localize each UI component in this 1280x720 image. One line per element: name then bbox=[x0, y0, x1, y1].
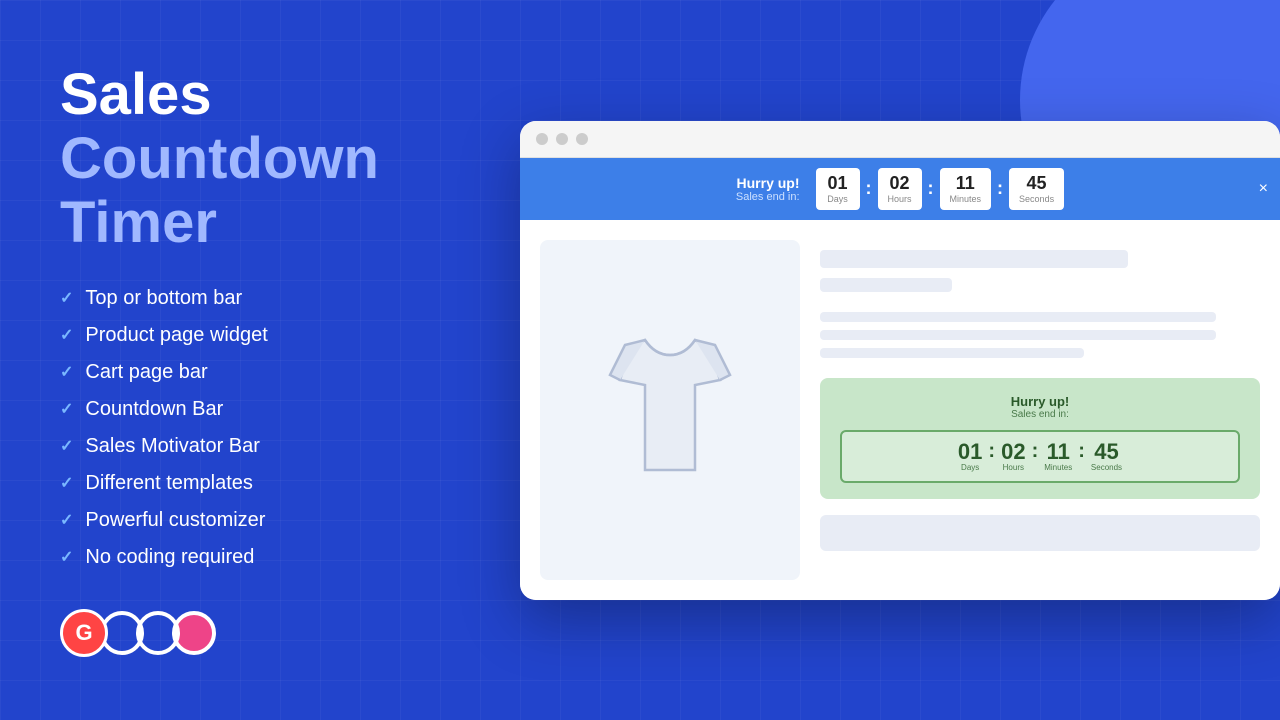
product-shirt-image bbox=[600, 330, 740, 490]
seconds-number: 45 bbox=[1019, 174, 1054, 192]
widget-days-label: Days bbox=[958, 463, 982, 472]
main-title: Sales CountdownTimer bbox=[60, 63, 480, 254]
widget-days-num: 01 bbox=[958, 441, 982, 463]
product-details: Hurry up! Sales end in: 01 Days : 02 Hou… bbox=[820, 240, 1260, 580]
widget-hours-group: 02 Hours bbox=[1001, 441, 1025, 472]
feature-list: ✓ Top or bottom bar ✓ Product page widge… bbox=[60, 287, 480, 569]
hours-number: 02 bbox=[888, 174, 912, 192]
list-item: ✓ Different templates bbox=[60, 472, 480, 495]
feature-label: Powerful customizer bbox=[85, 509, 265, 532]
title-blue: CountdownTimer bbox=[60, 126, 379, 255]
logo-container: G bbox=[60, 609, 480, 657]
feature-label: Product page widget bbox=[85, 324, 267, 347]
minutes-number: 11 bbox=[950, 174, 982, 192]
widget-hours-num: 02 bbox=[1001, 441, 1025, 463]
list-item: ✓ Top or bottom bar bbox=[60, 287, 480, 310]
list-item: ✓ No coding required bbox=[60, 546, 480, 569]
widget-minutes-group: 11 Minutes bbox=[1044, 441, 1072, 472]
feature-label: No coding required bbox=[85, 546, 254, 569]
feature-label: Top or bottom bar bbox=[85, 287, 242, 310]
countdown-bar-text: Hurry up! Sales end in: bbox=[736, 175, 800, 203]
feature-label: Different templates bbox=[85, 472, 253, 495]
days-label: Days bbox=[826, 194, 850, 204]
sales-end-text: Sales end in: bbox=[736, 191, 800, 203]
check-icon: ✓ bbox=[60, 473, 73, 493]
feature-label: Cart page bar bbox=[85, 361, 207, 384]
minutes-label: Minutes bbox=[950, 194, 982, 204]
right-panel: Hurry up! Sales end in: 01 Days : 02 Hou… bbox=[520, 121, 1280, 600]
hours-box: 02 Hours bbox=[878, 168, 922, 210]
widget-seconds-label: Seconds bbox=[1091, 463, 1122, 472]
countdown-bar: Hurry up! Sales end in: 01 Days : 02 Hou… bbox=[520, 158, 1280, 220]
logo: G bbox=[60, 609, 216, 657]
seconds-box: 45 Seconds bbox=[1009, 168, 1064, 210]
hours-label: Hours bbox=[888, 194, 912, 204]
check-icon: ✓ bbox=[60, 399, 73, 419]
close-button[interactable]: × bbox=[1259, 180, 1268, 198]
product-desc-bar-3 bbox=[820, 348, 1084, 358]
widget-hours-label: Hours bbox=[1001, 463, 1025, 472]
browser-titlebar bbox=[520, 121, 1280, 158]
browser-mockup: Hurry up! Sales end in: 01 Days : 02 Hou… bbox=[520, 121, 1280, 600]
browser-dot-2 bbox=[556, 133, 568, 145]
colon-1: : bbox=[866, 178, 872, 199]
widget-colon-2: : bbox=[1032, 440, 1039, 463]
seconds-label: Seconds bbox=[1019, 194, 1054, 204]
check-icon: ✓ bbox=[60, 436, 73, 456]
browser-dot-1 bbox=[536, 133, 548, 145]
widget-colon-1: : bbox=[988, 440, 995, 463]
list-item: ✓ Cart page bar bbox=[60, 361, 480, 384]
check-icon: ✓ bbox=[60, 547, 73, 567]
list-item: ✓ Countdown Bar bbox=[60, 398, 480, 421]
feature-label: Countdown Bar bbox=[85, 398, 223, 421]
check-icon: ✓ bbox=[60, 362, 73, 382]
days-box: 01 Days bbox=[816, 168, 860, 210]
list-item: ✓ Product page widget bbox=[60, 324, 480, 347]
widget-countdown: 01 Days : 02 Hours : 11 Minutes bbox=[840, 430, 1240, 483]
widget-colon-3: : bbox=[1078, 440, 1085, 463]
product-desc-bar-2 bbox=[820, 330, 1216, 340]
widget-sales-end-text: Sales end in: bbox=[840, 409, 1240, 420]
product-name-placeholder bbox=[820, 250, 1128, 268]
countdown-boxes: 01 Days : 02 Hours : 11 Minutes : bbox=[816, 168, 1065, 210]
product-image-area bbox=[540, 240, 800, 580]
list-item: ✓ Sales Motivator Bar bbox=[60, 435, 480, 458]
logo-g: G bbox=[60, 609, 108, 657]
widget-minutes-num: 11 bbox=[1044, 441, 1072, 463]
hurry-text: Hurry up! bbox=[736, 175, 800, 191]
minutes-box: 11 Minutes bbox=[940, 168, 992, 210]
check-icon: ✓ bbox=[60, 510, 73, 530]
left-panel: Sales CountdownTimer ✓ Top or bottom bar… bbox=[60, 63, 480, 656]
widget-days-group: 01 Days bbox=[958, 441, 982, 472]
widget-seconds-num: 45 bbox=[1091, 441, 1122, 463]
add-to-cart-placeholder bbox=[820, 515, 1260, 551]
widget-minutes-label: Minutes bbox=[1044, 463, 1072, 472]
product-page-widget: Hurry up! Sales end in: 01 Days : 02 Hou… bbox=[820, 378, 1260, 499]
check-icon: ✓ bbox=[60, 325, 73, 345]
browser-dot-3 bbox=[576, 133, 588, 145]
browser-content: Hurry up! Sales end in: 01 Days : 02 Hou… bbox=[520, 220, 1280, 600]
feature-label: Sales Motivator Bar bbox=[85, 435, 260, 458]
widget-hurry-text: Hurry up! bbox=[840, 394, 1240, 409]
colon-2: : bbox=[928, 178, 934, 199]
title-white: Sales bbox=[60, 62, 212, 127]
colon-3: : bbox=[997, 178, 1003, 199]
check-icon: ✓ bbox=[60, 288, 73, 308]
list-item: ✓ Powerful customizer bbox=[60, 509, 480, 532]
widget-seconds-group: 45 Seconds bbox=[1091, 441, 1122, 472]
days-number: 01 bbox=[826, 174, 850, 192]
product-price-placeholder bbox=[820, 278, 952, 292]
product-desc-bar-1 bbox=[820, 312, 1216, 322]
